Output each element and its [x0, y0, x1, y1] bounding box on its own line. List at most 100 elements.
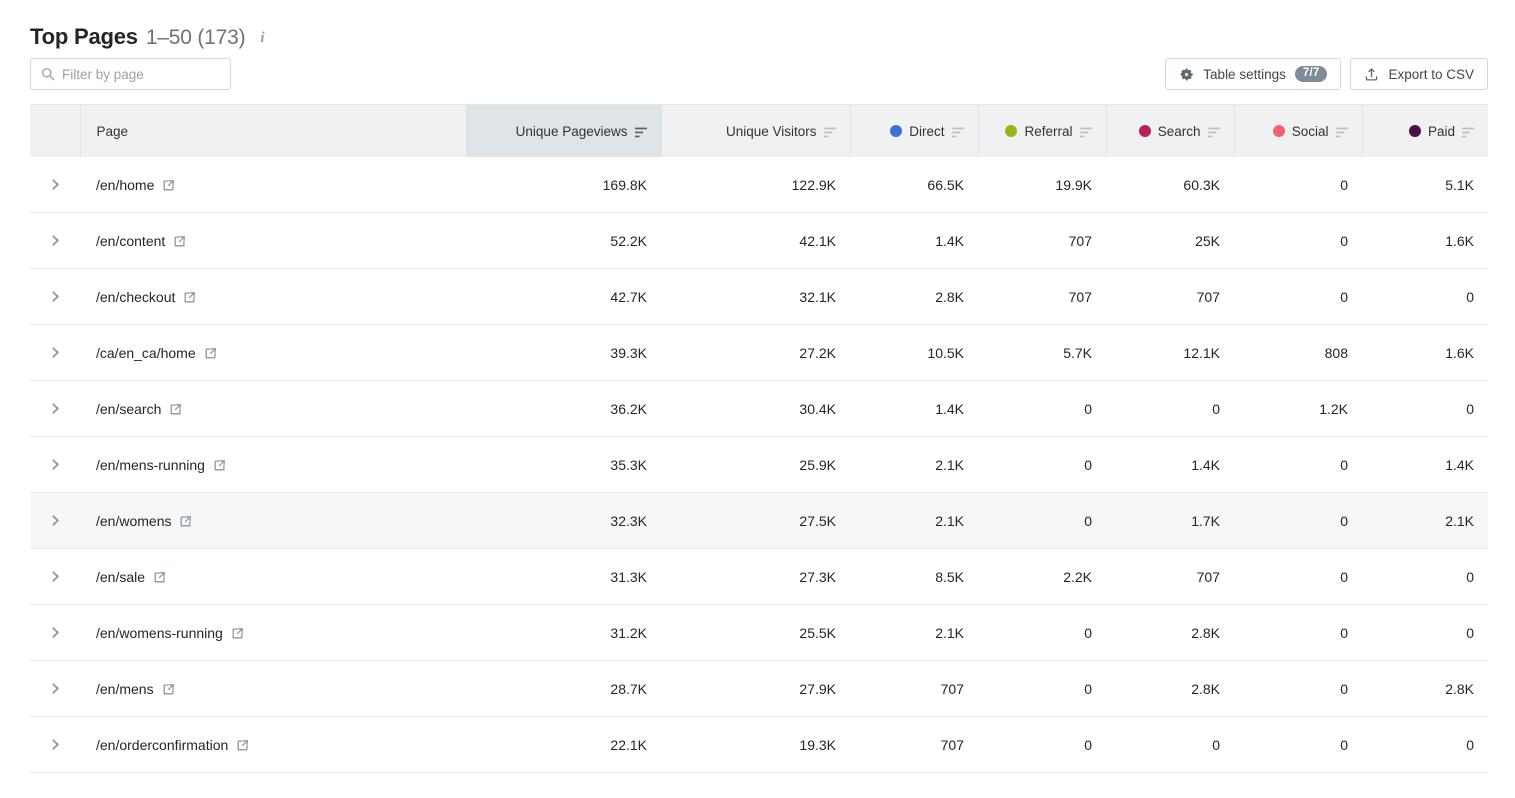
- column-header-paid[interactable]: Paid: [1362, 105, 1488, 157]
- column-header-search[interactable]: Search: [1106, 105, 1235, 157]
- sort-icon: [1462, 126, 1474, 137]
- external-link-icon[interactable]: [162, 683, 175, 696]
- expand-row-cell[interactable]: [30, 660, 80, 717]
- cell-unique-pageviews: 22.1K: [466, 716, 661, 773]
- expand-row-cell[interactable]: [30, 324, 80, 381]
- column-header-unique-pageviews[interactable]: Unique Pageviews: [466, 105, 662, 157]
- top-pages-panel: Top Pages 1–50 (173) i Filter by page Ta…: [0, 0, 1515, 798]
- expand-row-button[interactable]: [30, 549, 80, 604]
- external-link-icon[interactable]: [179, 515, 192, 528]
- table-settings-button[interactable]: Table settings 7/7: [1165, 58, 1342, 90]
- export-icon: [1364, 67, 1379, 82]
- cell-unique-pageviews: 28.7K: [466, 660, 661, 717]
- cell-direct: 66.5K: [850, 157, 978, 213]
- expand-row-button[interactable]: [30, 605, 80, 660]
- column-header-unique-visitors[interactable]: Unique Visitors: [661, 105, 851, 157]
- cell-social: 0: [1234, 660, 1362, 717]
- filter-by-page-search[interactable]: [30, 58, 231, 90]
- cell-unique-pageviews: 52.2K: [466, 212, 661, 269]
- cell-referral: 0: [978, 380, 1106, 437]
- table-row[interactable]: /en/home 169.8K 122.9K 66.5K 19.9K 60.3K 0 5.1K: [30, 157, 1488, 213]
- table-settings-label: Table settings: [1203, 66, 1286, 82]
- cell-unique-visitors: 30.4K: [661, 380, 850, 437]
- chevron-right-icon: [49, 234, 62, 247]
- cell-social: 0: [1234, 212, 1362, 269]
- external-link-icon[interactable]: [183, 291, 196, 304]
- expand-row-button[interactable]: [30, 325, 80, 380]
- external-link-icon[interactable]: [236, 739, 249, 752]
- table-row[interactable]: /en/search 36.2K 30.4K 1.4K 0 0 1.2K 0: [30, 380, 1488, 437]
- external-link-icon[interactable]: [162, 179, 175, 192]
- table-row[interactable]: /ca/en_ca/home 39.3K 27.2K 10.5K 5.7K 12.1K 80…: [30, 324, 1488, 381]
- cell-direct: 8.5K: [850, 548, 978, 605]
- table-row[interactable]: /en/orderconfirmation 22.1K 19.3K 707 0 0 0 0: [30, 716, 1488, 773]
- column-header-page[interactable]: Page: [80, 105, 467, 157]
- sort-icon: [823, 126, 836, 137]
- page-path-label: /en/mens-running: [96, 456, 205, 473]
- table-row[interactable]: /en/sale 31.3K 27.3K 8.5K 2.2K 707 0 0: [30, 548, 1488, 605]
- table-row[interactable]: /en/womens 32.3K 27.5K 2.1K 0 1.7K 0 2.1K: [30, 492, 1488, 549]
- expand-row-button[interactable]: [30, 661, 80, 716]
- search-input[interactable]: [62, 66, 222, 82]
- expand-row-cell[interactable]: [30, 548, 80, 605]
- table-row[interactable]: /en/mens 28.7K 27.9K 707 0 2.8K 0 2.8K: [30, 660, 1488, 717]
- column-header-referral[interactable]: Referral: [978, 105, 1107, 157]
- table-row[interactable]: /en/checkout 42.7K 32.1K 2.8K 707 707 0 0: [30, 268, 1488, 325]
- sort-icon: [1079, 126, 1092, 137]
- expand-row-button[interactable]: [30, 213, 80, 268]
- table-row[interactable]: /en/content 52.2K 42.1K 1.4K 707 25K 0 1.6K: [30, 212, 1488, 269]
- cell-paid: 0: [1362, 380, 1488, 437]
- expand-row-button[interactable]: [30, 493, 80, 548]
- table-row[interactable]: /en/mens-running 35.3K 25.9K 2.1K 0 1.4K 0 1.4K: [30, 436, 1488, 493]
- cell-referral: 0: [978, 492, 1106, 549]
- cell-unique-visitors: 27.3K: [661, 548, 850, 605]
- cell-page: /en/content: [80, 212, 466, 269]
- table-header-row: Page Unique Pageviews Unique Visitors Di…: [30, 105, 1488, 157]
- cell-unique-pageviews: 42.7K: [466, 268, 661, 325]
- expand-row-cell[interactable]: [30, 380, 80, 437]
- search-legend-dot: [1138, 125, 1151, 137]
- expand-row-cell[interactable]: [30, 492, 80, 549]
- chevron-right-icon: [49, 178, 62, 191]
- expand-row-cell[interactable]: [30, 436, 80, 493]
- cell-referral: 0: [978, 660, 1106, 717]
- external-link-icon[interactable]: [153, 571, 166, 584]
- cell-unique-pageviews: 32.3K: [466, 492, 661, 549]
- cell-unique-visitors: 42.1K: [661, 212, 850, 269]
- page-title: Top Pages: [30, 24, 138, 49]
- social-legend-dot: [1272, 125, 1285, 137]
- external-link-icon[interactable]: [213, 459, 226, 472]
- expand-row-cell[interactable]: [30, 212, 80, 269]
- cell-social: 1.2K: [1234, 380, 1362, 437]
- column-header-direct[interactable]: Direct: [850, 105, 979, 157]
- top-pages-table: Page Unique Pageviews Unique Visitors Di…: [30, 105, 1488, 773]
- cell-direct: 1.4K: [850, 212, 978, 269]
- cell-search: 1.4K: [1106, 436, 1234, 493]
- cell-search: 1.7K: [1106, 492, 1234, 549]
- export-to-csv-button[interactable]: Export to CSV: [1350, 58, 1488, 90]
- info-icon[interactable]: i: [255, 30, 269, 47]
- expand-row-cell[interactable]: [30, 716, 80, 773]
- cell-direct: 707: [850, 660, 978, 717]
- external-link-icon[interactable]: [169, 403, 182, 416]
- expand-row-button[interactable]: [30, 269, 80, 324]
- table-body: /en/home 169.8K 122.9K 66.5K 19.9K 60.3K 0 5.1K…: [30, 157, 1488, 773]
- column-header-paid-label: Paid: [1427, 123, 1455, 139]
- external-link-icon[interactable]: [173, 235, 186, 248]
- table-header: Page Unique Pageviews Unique Visitors Di…: [30, 105, 1488, 157]
- column-header-unique-visitors-label: Unique Visitors: [725, 123, 817, 139]
- expand-row-button[interactable]: [30, 717, 80, 772]
- expand-row-cell[interactable]: [30, 157, 80, 213]
- column-header-social[interactable]: Social: [1234, 105, 1363, 157]
- external-link-icon[interactable]: [231, 627, 244, 640]
- expand-row-button[interactable]: [30, 437, 80, 492]
- expand-row-cell[interactable]: [30, 604, 80, 661]
- expand-row-button[interactable]: [30, 157, 80, 212]
- expand-row-cell[interactable]: [30, 268, 80, 325]
- external-link-icon[interactable]: [204, 347, 217, 360]
- expand-row-button[interactable]: [30, 381, 80, 436]
- cell-direct: 707: [850, 716, 978, 773]
- table-row[interactable]: /en/womens-running 31.2K 25.5K 2.1K 0 2.8K 0 0: [30, 604, 1488, 661]
- chevron-right-icon: [49, 514, 62, 527]
- cell-page: /en/checkout: [80, 268, 466, 325]
